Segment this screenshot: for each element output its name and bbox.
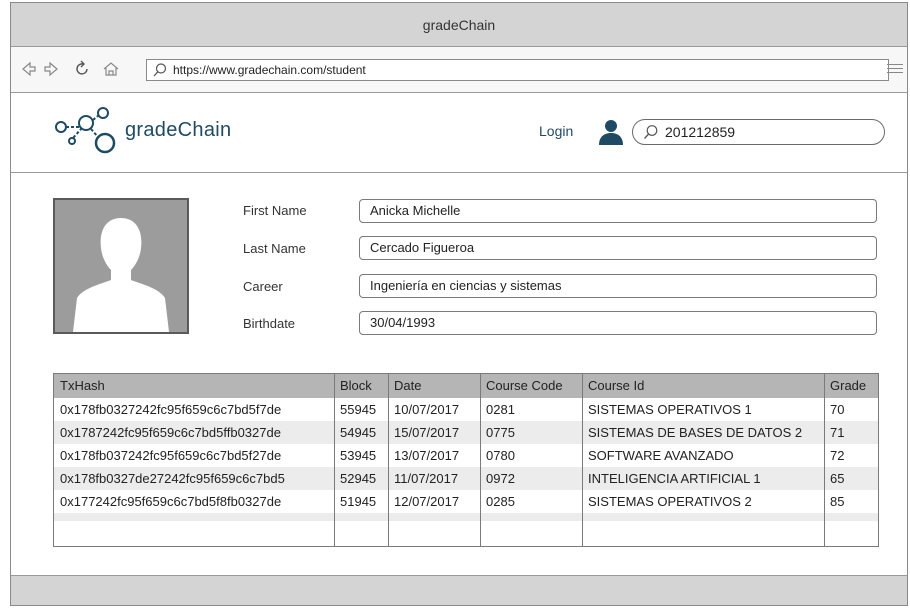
cell-course-code: 0285 (486, 494, 515, 509)
cell-date: 15/07/2017 (394, 425, 460, 440)
cell-grade: 70 (830, 402, 845, 417)
cell-course-code: 0780 (486, 448, 515, 463)
cell-block: 53945 (340, 448, 377, 463)
browser-window: gradeChain https://www.gradechain.com/st… (10, 2, 908, 606)
cell-date: 13/07/2017 (394, 448, 460, 463)
cell-course-id: SOFTWARE AVANZADO (588, 448, 734, 463)
student-photo-placeholder (53, 198, 189, 334)
first-name-field[interactable]: Anicka Michelle (359, 199, 877, 223)
search-icon (644, 125, 658, 139)
career-label: Career (243, 279, 283, 294)
col-header-date[interactable]: Date (394, 374, 421, 398)
column-divider (480, 374, 481, 546)
birthdate-label: Birthdate (243, 316, 296, 331)
table-row[interactable]: 0x178fb0327242fc95f659c6c7bd5f7de 55945 … (54, 398, 878, 421)
col-header-grade[interactable]: Grade (830, 374, 866, 398)
gradechain-logo[interactable]: gradeChain (53, 105, 293, 165)
cell-course-id: INTELIGENCIA ARTIFICIAL 1 (588, 471, 761, 486)
cell-course-code: 0972 (486, 471, 515, 486)
brand-name: gradeChain (125, 119, 232, 141)
table-header: TxHash Block Date Course Code Course Id … (54, 374, 878, 398)
grades-table: TxHash Block Date Course Code Course Id … (53, 373, 879, 547)
search-value: 201212859 (665, 124, 736, 140)
cell-block: 54945 (340, 425, 377, 440)
column-divider (334, 374, 335, 546)
home-icon[interactable] (101, 60, 121, 80)
refresh-icon[interactable] (73, 60, 93, 80)
col-header-block[interactable]: Block (340, 374, 372, 398)
search-icon (153, 63, 167, 77)
url-text: https://www.gradechain.com/student (173, 63, 366, 77)
cell-date: 11/07/2017 (394, 471, 459, 486)
forward-arrow-icon[interactable] (41, 60, 61, 80)
first-name-label: First Name (243, 203, 307, 218)
table-row[interactable]: 0x177242fc95f659c6c7bd5f8fb0327de 51945 … (54, 490, 878, 513)
table-row[interactable]: 0x178fb0327de27242fc95f659c6c7bd5 52945 … (54, 467, 878, 490)
cell-txhash: 0x178fb037242fc95f659c6c7bd5f27de (60, 448, 282, 463)
cell-txhash: 0x178fb0327de27242fc95f659c6c7bd5 (60, 471, 285, 486)
cell-date: 10/07/2017 (394, 402, 460, 417)
person-silhouette-icon (73, 218, 169, 332)
col-header-course-id[interactable]: Course Id (588, 374, 644, 398)
cell-txhash: 0x178fb0327242fc95f659c6c7bd5f7de (60, 402, 282, 417)
cell-block: 55945 (340, 402, 377, 417)
table-row[interactable]: 0x178fb037242fc95f659c6c7bd5f27de 53945 … (54, 444, 878, 467)
birthdate-field[interactable]: 30/04/1993 (359, 311, 877, 335)
column-divider (824, 374, 825, 546)
cell-course-id: SISTEMAS DE BASES DE DATOS 2 (588, 425, 803, 440)
career-field[interactable]: Ingeniería en ciencias y sistemas (359, 274, 877, 298)
student-search-input[interactable]: 201212859 (632, 119, 885, 145)
url-input[interactable]: https://www.gradechain.com/student (146, 59, 889, 81)
status-bar (11, 575, 907, 605)
login-link[interactable]: Login (539, 123, 573, 139)
cell-block: 51945 (340, 494, 377, 509)
cell-grade: 65 (830, 471, 845, 486)
hamburger-menu-icon[interactable] (887, 61, 903, 75)
cell-txhash: 0x1787242fc95f659c6c7bd5ffb0327de (60, 425, 281, 440)
table-row[interactable]: 0x1787242fc95f659c6c7bd5ffb0327de 54945 … (54, 421, 878, 444)
col-header-course-code[interactable]: Course Code (486, 374, 563, 398)
cell-txhash: 0x177242fc95f659c6c7bd5f8fb0327de (60, 494, 282, 509)
column-divider (388, 374, 389, 546)
cell-course-id: SISTEMAS OPERATIVOS 1 (588, 402, 752, 417)
column-divider (582, 374, 583, 546)
cell-course-id: SISTEMAS OPERATIVOS 2 (588, 494, 752, 509)
back-arrow-icon[interactable] (19, 60, 39, 80)
user-icon[interactable] (596, 117, 626, 147)
cell-course-code: 0281 (486, 402, 515, 417)
cell-block: 52945 (340, 471, 377, 486)
last-name-field[interactable]: Cercado Figueroa (359, 236, 877, 260)
cell-grade: 72 (830, 448, 845, 463)
cell-course-code: 0775 (486, 425, 515, 440)
site-header: gradeChain Login 201212859 (11, 93, 907, 173)
address-bar: https://www.gradechain.com/student (11, 47, 907, 93)
last-name-label: Last Name (243, 241, 306, 256)
cell-date: 12/07/2017 (394, 494, 460, 509)
table-row-empty (54, 513, 878, 521)
col-header-txhash[interactable]: TxHash (60, 374, 105, 398)
cell-grade: 71 (830, 425, 845, 440)
cell-grade: 85 (830, 494, 845, 509)
window-title: gradeChain (11, 3, 907, 47)
